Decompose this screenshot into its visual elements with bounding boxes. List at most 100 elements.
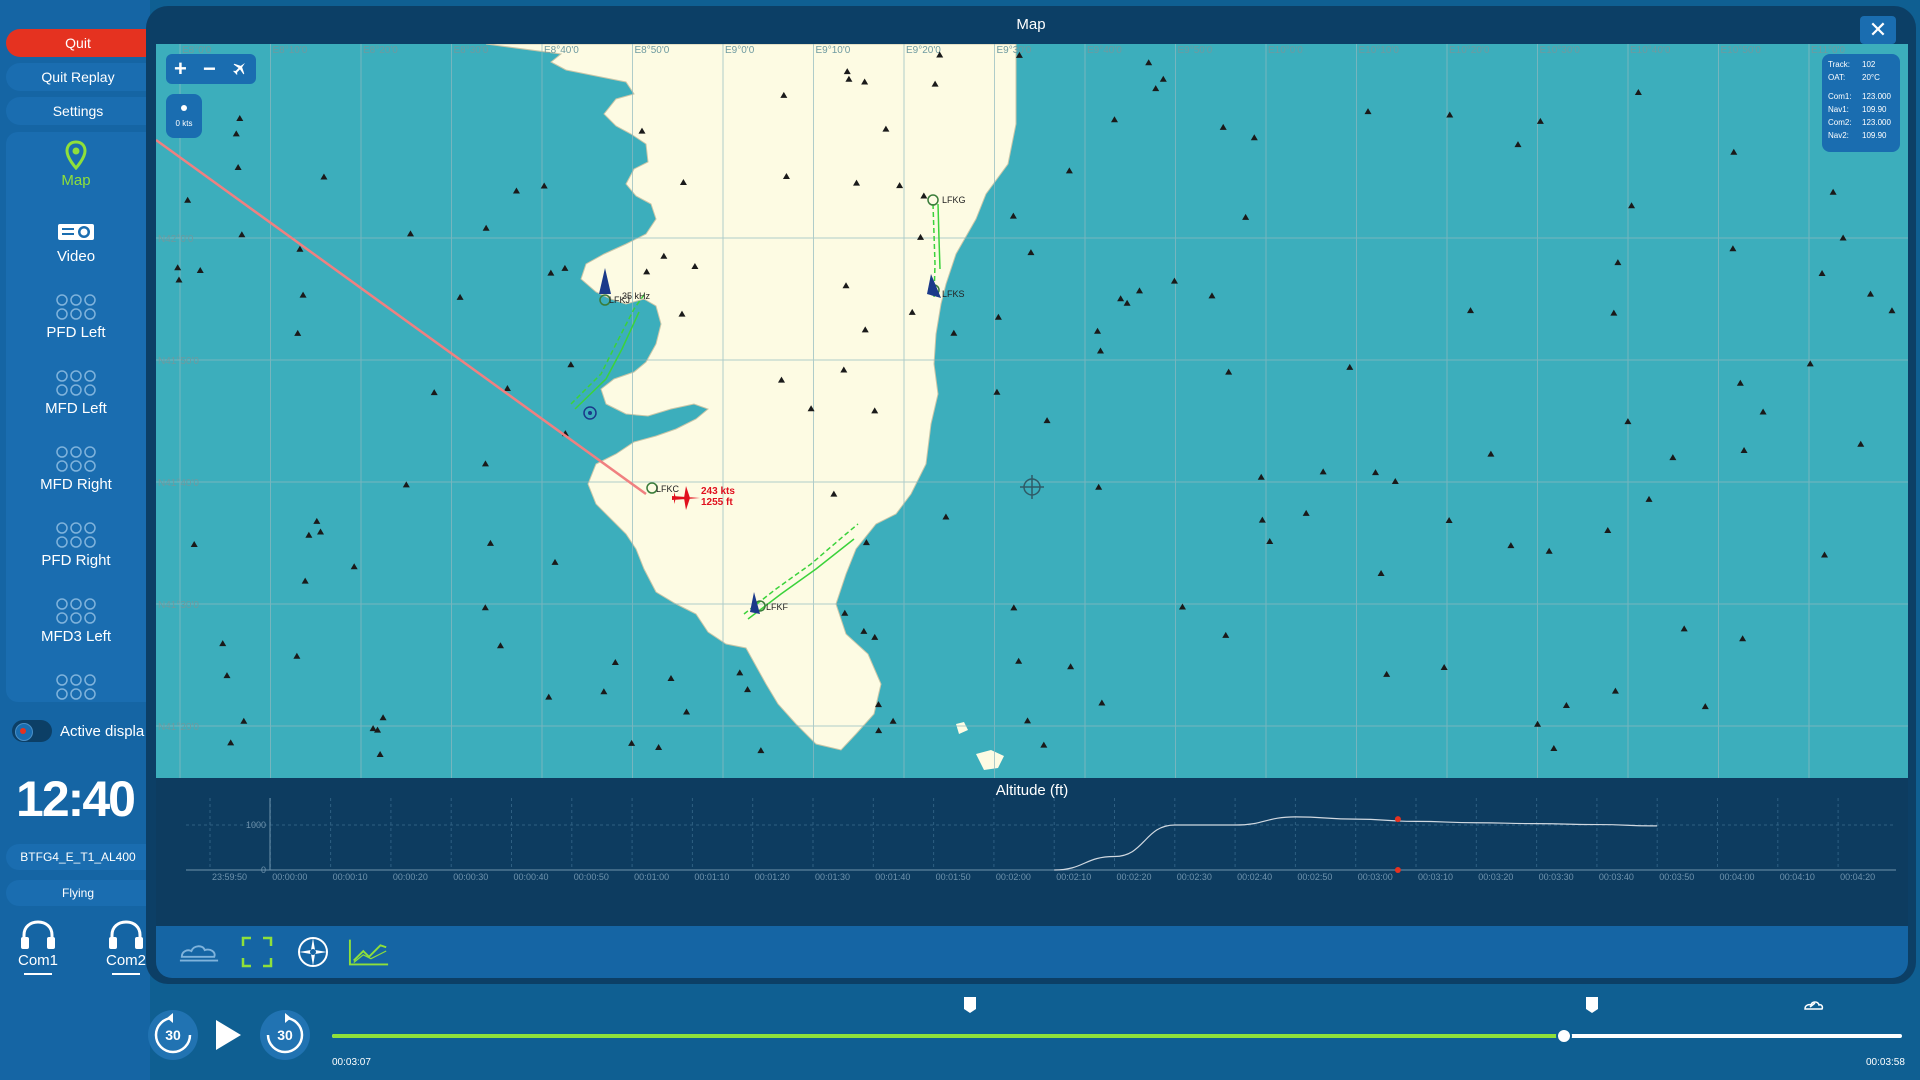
active-display-toggle-row[interactable]: Active displa [12,718,144,744]
terrain-peak-marker [1680,625,1688,632]
terrain-peak-marker [482,224,490,231]
terrain-peak-marker [236,114,244,121]
latitude-label: N41°50'0 [158,356,199,367]
compass-rose-icon[interactable] [292,934,334,970]
terrain-peak-marker [496,642,504,649]
zoom-in-button[interactable]: + [174,56,187,82]
forward-30-button[interactable]: 30 [260,1010,310,1060]
terrain-peak-marker [1730,148,1738,155]
terrain-peak-marker [1117,295,1125,302]
nav-item-mfd-left[interactable]: MFD Left [6,366,146,436]
map-canvas[interactable]: E8°0'0 E8°10'0 E8°20'0 E8°30'0 E8°40'0 E8°50'… [156,44,1908,778]
oat-value: 20°C [1862,73,1880,82]
settings-button[interactable]: Settings [6,97,150,125]
terrain-peak-marker [1628,202,1636,209]
altitude-chart-panel: 23:59:50 00:00:00 00:00:10 00:00:20 00:00:30… [156,778,1908,926]
nav2-freq-label: Nav2: [1828,131,1849,140]
nav-item-mfd-right[interactable]: MFD Right [6,442,146,512]
nav-item-pfd-left[interactable]: PFD Left [6,290,146,360]
ground-speed-label: 0 kts [175,118,193,128]
nav-item-video[interactable]: Video [6,214,146,284]
terrain-peak-marker [456,293,464,300]
terrain-peak-marker [1009,212,1017,219]
altitude-time-tick: 00:04:20 [1840,872,1875,882]
terrain-peak-marker [1701,703,1709,710]
altitude-time-tick: 00:00:30 [453,872,488,882]
altitude-time-tick: 00:00:00 [272,872,307,882]
crosshair-icon [1020,475,1044,499]
nav2-freq-value: 109.90 [1862,131,1887,140]
nav-item-pfd-right[interactable]: PFD Right [6,518,146,588]
nav-item-more[interactable] [6,670,146,702]
map-view[interactable]: E8°0'0 E8°10'0 E8°20'0 E8°30'0 E8°40'0 E8°50'… [156,44,1908,778]
terrain-peak-marker [1818,269,1826,276]
terrain-peak-marker [1094,327,1102,334]
com1-button[interactable]: Com1 [8,918,68,975]
longitude-label: E10°30'0 [1540,45,1581,56]
replay-scrubber-handle[interactable] [1555,1028,1572,1044]
quit-button[interactable]: Quit [6,29,150,57]
terrain-peak-marker [860,627,868,634]
altitude-time-tick: 00:02:30 [1177,872,1212,882]
rewind-30-button[interactable]: 30 [148,1010,198,1060]
terrain-peak-marker [305,531,313,538]
weather-event-marker-icon[interactable] [1802,996,1824,1014]
bookmark-marker-icon[interactable] [962,996,978,1014]
terrain-peak-marker [1219,123,1227,130]
svg-text:LFKS: LFKS [942,289,965,299]
map-window: Map ✕ E8°0'0 E8°10'0 E8°20'0 E8°30'0 E8°40'0… [146,6,1916,984]
center-aircraft-button[interactable] [232,56,248,82]
nav-item-label: MFD Left [45,400,107,417]
play-button[interactable] [208,1014,248,1056]
close-button[interactable]: ✕ [1860,16,1896,44]
fullscreen-icon[interactable] [236,934,278,970]
terrain-peak-marker [1043,417,1051,424]
terrain-peak-marker [545,693,553,700]
terrain-peak-marker [175,276,183,283]
terrain-peak-marker [1487,450,1495,457]
com2-freq-value: 123.000 [1862,118,1891,127]
nav-item-map[interactable]: Map [6,138,146,208]
terrain-peak-marker [1467,307,1475,314]
terrain-peak-marker [950,329,958,336]
terrain-peak-marker [1257,473,1265,480]
display-nav-panel: Map Video PFD Left MFD Left MFD Right PF… [6,132,150,702]
terrain-peak-marker [1614,259,1622,266]
com2-freq-label: Com2: [1828,118,1852,127]
altitude-chart[interactable]: 23:59:50 00:00:00 00:00:10 00:00:20 00:00:30… [156,778,1908,926]
map-pin-icon [65,138,87,172]
terrain-peak-marker [1242,213,1250,220]
terrain-peak-marker [1152,85,1160,92]
weather-clouds-icon[interactable] [178,934,220,970]
active-display-toggle[interactable] [12,720,52,742]
nav-item-label: Video [56,248,96,265]
replay-timeline-slider[interactable] [332,1028,1902,1044]
longitude-label: E9°30'0 [997,45,1032,56]
video-projector-icon [56,214,96,248]
nav-item-mfd3-left[interactable]: MFD3 Left [6,594,146,664]
terrain-peak-marker [1383,670,1391,677]
flight-info-box: Track: 102 OAT: 20°C Com1: 123.000 Nav1: 109… [1822,54,1900,152]
longitude-label: E9°40'0 [1087,45,1122,56]
terrain-peak-marker [744,686,752,693]
terrain-peak-marker [875,727,883,734]
latitude-label: N41°30'0 [158,600,199,611]
terrain-peak-marker [862,539,870,546]
longitude-label: E9°0'0 [725,45,755,56]
terrain-peak-marker [299,291,307,298]
terrain-peak-marker [1346,363,1354,370]
bookmark-marker-icon[interactable] [1584,996,1600,1014]
svg-text:35 kHz: 35 kHz [622,291,651,301]
terrain-peak-marker [481,604,489,611]
terrain-peak-marker [1110,116,1118,123]
terrain-peak-marker [655,744,663,751]
longitude-label: E10°10'0 [1359,45,1400,56]
longitude-label: E8°30'0 [454,45,489,56]
nav-item-label: MFD Right [40,476,112,493]
terrain-peak-marker [1610,309,1618,316]
trend-chart-icon[interactable] [348,934,390,970]
zoom-out-button[interactable]: − [203,56,216,82]
terrain-peak-marker [841,609,849,616]
ground-speed-widget[interactable]: 0 kts [166,94,202,138]
quit-replay-button[interactable]: Quit Replay [6,63,150,91]
